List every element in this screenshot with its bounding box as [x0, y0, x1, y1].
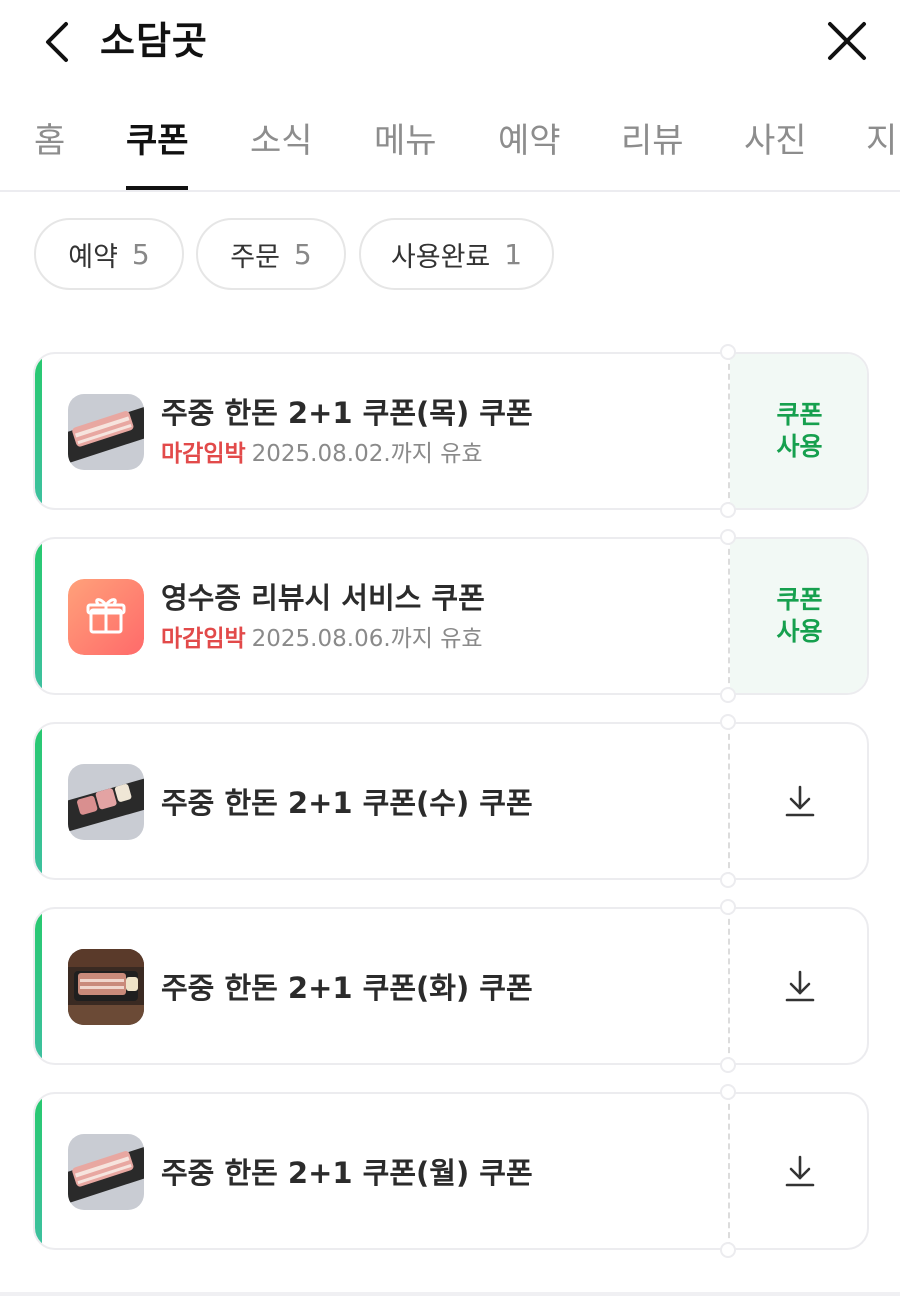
filter-chip-count: 5: [293, 237, 312, 271]
coupon-validity: 마감임박 2025.08.02.까지 유효: [161, 438, 483, 470]
download-coupon-button[interactable]: [730, 724, 867, 878]
back-arrow-icon[interactable]: [36, 18, 80, 66]
urgent-badge: 마감임박: [161, 441, 246, 467]
use-coupon-button[interactable]: 쿠폰 사용: [730, 354, 867, 508]
filter-chip-count: 5: [131, 237, 150, 271]
download-icon: [785, 1155, 814, 1187]
filter-chip-reservation[interactable]: 예약 5: [34, 218, 184, 290]
coupon-accent-bar: [35, 724, 42, 878]
coupon-name: 주중 한돈 2+1 쿠폰(수) 쿠폰: [161, 786, 533, 820]
coupon-accent-bar: [35, 909, 42, 1063]
tab-map[interactable]: 지: [866, 118, 897, 164]
tab-news[interactable]: 소식: [250, 118, 313, 164]
download-coupon-button[interactable]: [730, 1094, 867, 1248]
ticket-notch: [720, 502, 736, 518]
ticket-notch: [720, 872, 736, 888]
download-icon: [785, 785, 814, 817]
tab-bar: 홈 쿠폰 소식 메뉴 예약 리뷰 사진 지: [0, 100, 900, 192]
tab-reservation[interactable]: 예약: [498, 118, 561, 164]
coupon-card: 주중 한돈 2+1 쿠폰(월) 쿠폰: [33, 1092, 869, 1250]
coupon-name: 주중 한돈 2+1 쿠폰(목) 쿠폰: [161, 396, 533, 430]
coupon-name: 주중 한돈 2+1 쿠폰(화) 쿠폰: [161, 971, 533, 1005]
top-bar: 소담곳: [0, 0, 900, 90]
tab-home[interactable]: 홈: [34, 118, 65, 164]
filter-chip-label: 예약: [68, 241, 118, 273]
filter-chip-order[interactable]: 주문 5: [196, 218, 346, 290]
tab-coupon[interactable]: 쿠폰: [126, 118, 189, 164]
urgent-badge: 마감임박: [161, 626, 246, 652]
filter-chip-label: 사용완료: [390, 241, 491, 273]
tab-menu[interactable]: 메뉴: [374, 118, 437, 164]
coupon-accent-bar: [35, 354, 42, 508]
ticket-notch: [720, 714, 736, 730]
coupon-accent-bar: [35, 539, 42, 693]
active-tab-indicator: [126, 186, 188, 190]
grilled-pork-thumbnail: [68, 949, 144, 1025]
page-title: 소담곳: [100, 19, 208, 63]
pork-cuts-thumbnail: [68, 764, 144, 840]
ticket-notch: [720, 1057, 736, 1073]
coupon-expiry: 2025.08.06.까지 유효: [251, 626, 483, 652]
filter-chip-label: 주문: [230, 241, 280, 273]
close-icon[interactable]: [820, 18, 872, 66]
filter-chip-used[interactable]: 사용완료 1: [359, 218, 554, 290]
pork-belly-thumbnail: [68, 1134, 144, 1210]
coupon-card: 주중 한돈 2+1 쿠폰(목) 쿠폰 마감임박 2025.08.02.까지 유효 …: [33, 352, 869, 510]
filter-chip-count: 1: [504, 237, 523, 271]
download-icon: [785, 970, 814, 1002]
bottom-divider: [0, 1292, 900, 1296]
tab-photo[interactable]: 사진: [744, 118, 807, 164]
coupon-card: 주중 한돈 2+1 쿠폰(수) 쿠폰: [33, 722, 869, 880]
coupon-card: 영수증 리뷰시 서비스 쿠폰 마감임박 2025.08.06.까지 유효 쿠폰 사…: [33, 537, 869, 695]
use-coupon-button[interactable]: 쿠폰 사용: [730, 539, 867, 693]
coupon-accent-bar: [35, 1094, 42, 1248]
tab-review[interactable]: 리뷰: [621, 118, 684, 164]
ticket-notch: [720, 1242, 736, 1258]
ticket-notch: [720, 687, 736, 703]
pork-belly-thumbnail: [68, 394, 144, 470]
coupon-card: 주중 한돈 2+1 쿠폰(화) 쿠폰: [33, 907, 869, 1065]
coupon-expiry: 2025.08.02.까지 유효: [251, 441, 483, 467]
download-coupon-button[interactable]: [730, 909, 867, 1063]
gift-icon: [68, 579, 144, 655]
coupon-validity: 마감임박 2025.08.06.까지 유효: [161, 623, 483, 655]
coupon-name: 영수증 리뷰시 서비스 쿠폰: [161, 581, 485, 615]
ticket-notch: [720, 344, 736, 360]
coupon-name: 주중 한돈 2+1 쿠폰(월) 쿠폰: [161, 1156, 533, 1190]
ticket-notch: [720, 529, 736, 545]
ticket-notch: [720, 1084, 736, 1100]
ticket-notch: [720, 899, 736, 915]
